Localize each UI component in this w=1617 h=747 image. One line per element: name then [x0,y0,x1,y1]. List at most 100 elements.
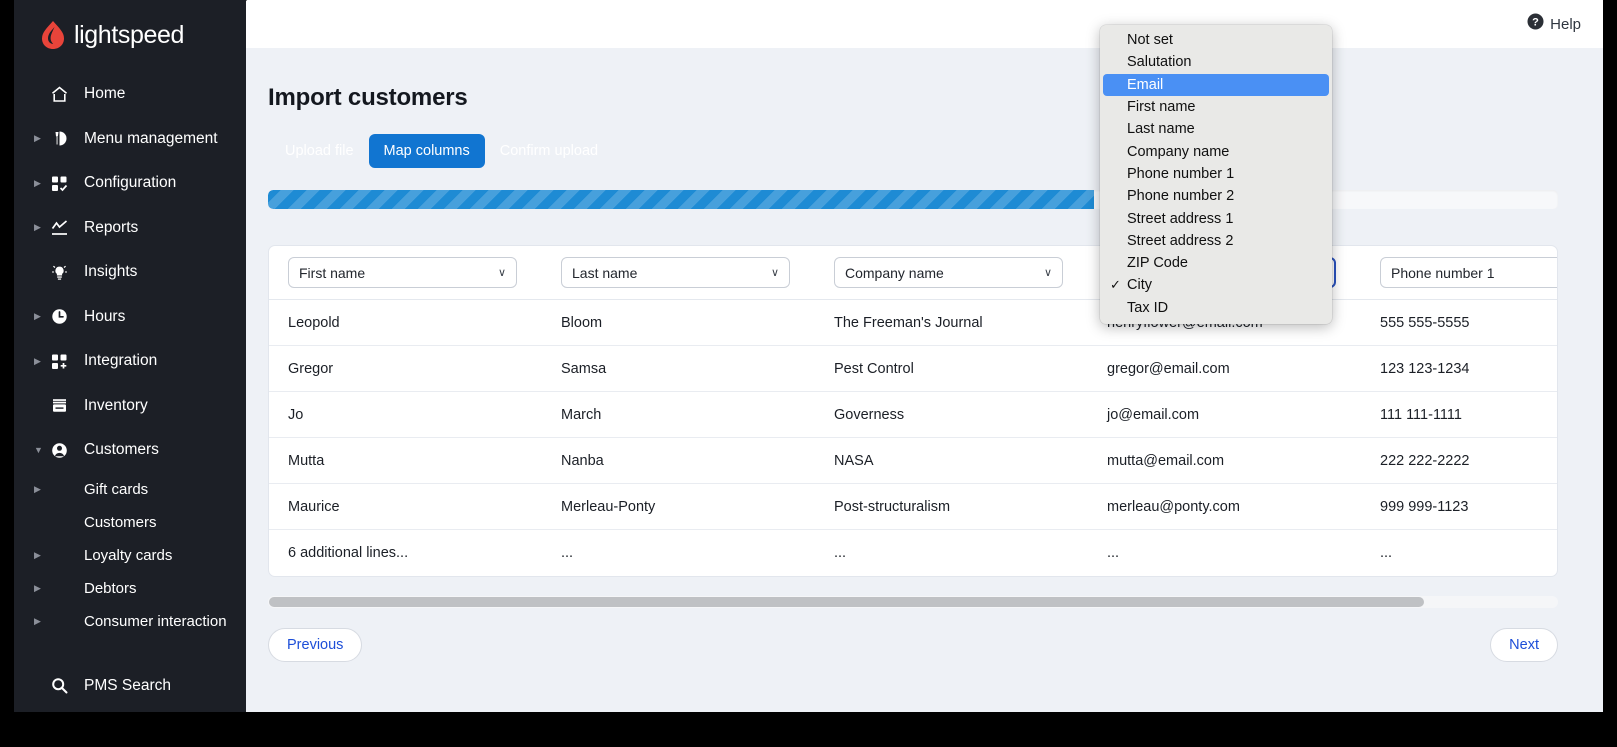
dropdown-option-label: Street address 1 [1127,210,1234,227]
help-button[interactable]: ? Help [1527,13,1581,35]
dropdown-option-not-set[interactable]: Not set [1100,29,1332,51]
sidebar-item-pms-search[interactable]: PMS Search [14,664,246,709]
sidebar-item-integration[interactable]: ▶ Integration [14,339,246,384]
column-mapping-select-1[interactable]: Last name ∨ [561,257,790,288]
chevron-right-icon[interactable]: ▶ [34,134,46,143]
table-cell: Maurice [288,498,340,515]
sidebar-item-label: Consumer interaction [84,612,227,630]
column-mapping-select-value: First name [299,264,366,281]
table-cell: merleau@ponty.com [1107,498,1240,515]
sidebar-item-label: Hours [84,307,126,325]
menu-management-icon [46,129,72,148]
sidebar-item-inventory[interactable]: Inventory [14,384,246,429]
dropdown-option-label: First name [1127,99,1196,116]
dropdown-option-label: Last name [1127,121,1195,138]
hours-icon [46,307,72,326]
previous-button[interactable]: Previous [268,628,363,662]
table-cell: mutta@email.com [1107,452,1225,469]
table-cell: Gregor [288,360,334,377]
chevron-down-icon[interactable]: ▼ [34,445,46,455]
dropdown-option-salutation[interactable]: Salutation [1100,51,1332,73]
inventory-icon [46,396,72,415]
application-window: lightspeed Home ▶ Menu management ▶ Configur… [0,0,1617,747]
sidebar-item-configuration[interactable]: ▶ Configuration [14,161,246,206]
chevron-right-icon[interactable]: ▶ [34,312,46,321]
table-cell: Jo [288,406,304,423]
sidebar-item-label: Menu management [84,129,218,147]
table-cell: ... [1107,545,1120,561]
sidebar-item-label: Configuration [84,174,177,192]
sidebar-item-insights[interactable]: Insights [14,250,246,295]
dropdown-option-city[interactable]: ✓ City [1100,274,1332,296]
table-cell: 555 555-5555 [1380,314,1470,331]
dropdown-option-phone-number-2[interactable]: Phone number 2 [1100,185,1332,207]
integration-icon [46,352,72,371]
sidebar-item-home[interactable]: Home [14,72,246,117]
upload-progress-bar [268,190,1558,209]
table-row: Jo March Governess jo@email.com 111 111-1111 [269,392,1557,438]
chevron-right-icon[interactable]: ▶ [34,583,46,593]
column-mapping-select-4[interactable]: Phone number 1∨ [1380,257,1557,288]
step-tab-confirm-upload[interactable]: Confirm upload [485,134,613,168]
sidebar-item-customers[interactable]: Customers [14,506,246,539]
table-cell: ... [1380,545,1393,561]
table-row: Maurice Merleau-Ponty Post-structuralism me… [269,484,1557,530]
dropdown-option-street-address-2[interactable]: Street address 2 [1100,230,1332,252]
sidebar-item-loyalty-cards[interactable]: ▶ Loyalty cards [14,539,246,572]
column-mapping-select-0[interactable]: First name ∨ [288,257,517,288]
dropdown-option-tax-id[interactable]: Tax ID [1100,297,1332,319]
dropdown-option-label: Phone number 1 [1127,165,1235,182]
dropdown-option-label: Company name [1127,143,1230,160]
sidebar-item-label: Reports [84,218,139,236]
reports-icon [46,218,72,237]
sidebar-item-debtors[interactable]: ▶ Debtors [14,572,246,605]
sidebar-item-customers[interactable]: ▼ Customers [14,428,246,473]
dropdown-option-label: Tax ID [1127,299,1169,316]
step-tab-upload-file[interactable]: Upload file [270,134,369,168]
chevron-right-icon[interactable]: ▶ [34,616,46,626]
column-mapping-select-2[interactable]: Company name ∨ [834,257,1063,288]
sidebar-item-menu-management[interactable]: ▶ Menu management [14,117,246,162]
brand-logo[interactable]: lightspeed [14,0,246,56]
table-cell: Nanba [561,452,604,469]
dropdown-option-first-name[interactable]: First name [1100,96,1332,118]
dropdown-option-company-name[interactable]: Company name [1100,140,1332,162]
horizontal-scrollbar[interactable] [268,596,1558,608]
sidebar-item-label: Customers [84,513,157,531]
dropdown-option-label: Phone number 2 [1127,188,1235,205]
sidebar-item-label: PMS Search [84,676,172,694]
next-button[interactable]: Next [1490,628,1558,662]
chevron-right-icon[interactable]: ▶ [34,550,46,560]
dropdown-option-last-name[interactable]: Last name [1100,118,1332,140]
dropdown-option-street-address-1[interactable]: Street address 1 [1100,207,1332,229]
sidebar-item-gift-cards[interactable]: ▶ Gift cards [14,473,246,506]
chevron-right-icon[interactable]: ▶ [34,178,46,188]
table-row: LeopoldBloomThe Freeman's Journalhenryfl… [269,300,1557,346]
table-cell: Samsa [561,360,607,377]
sidebar-item-hours[interactable]: ▶ Hours [14,295,246,340]
chevron-right-icon[interactable]: ▶ [34,223,46,232]
sidebar-item-consumer-interaction[interactable]: ▶ Consumer interaction [14,605,246,638]
column-mapping-dropdown[interactable]: Not set Salutation Email First name Last nam… [1100,25,1332,324]
content-area: Import customers Upload file Map columns C… [246,48,1603,712]
check-icon: ✓ [1110,277,1121,293]
dropdown-option-email[interactable]: Email [1103,73,1329,96]
dropdown-option-phone-number-1[interactable]: Phone number 1 [1100,163,1332,185]
horizontal-scrollbar-thumb[interactable] [269,597,1424,607]
chevron-right-icon[interactable]: ▶ [34,484,46,494]
chevron-down-icon: ∨ [770,267,779,279]
sidebar-item-reports[interactable]: ▶ Reports [14,206,246,251]
chevron-right-icon[interactable]: ▶ [34,356,46,366]
main-panel: ? Help Import customers Upload file Map c… [246,0,1603,712]
table-cell: Governess [834,406,905,423]
table-cell: Merleau-Ponty [561,498,656,515]
sidebar-item-label: Home [84,85,126,103]
table-header-cell: First name ∨ [269,257,542,288]
sidebar-nav: Home ▶ Menu management ▶ Configuration ▶ Repor… [14,72,246,708]
dropdown-option-label: ZIP Code [1127,255,1188,272]
dropdown-option-zip-code[interactable]: ZIP Code [1100,252,1332,274]
column-mapping-select-value: Phone number 1 [1391,264,1495,281]
step-tab-map-columns[interactable]: Map columns [368,134,485,168]
table-header-cell: Phone number 1∨ [1361,257,1557,288]
